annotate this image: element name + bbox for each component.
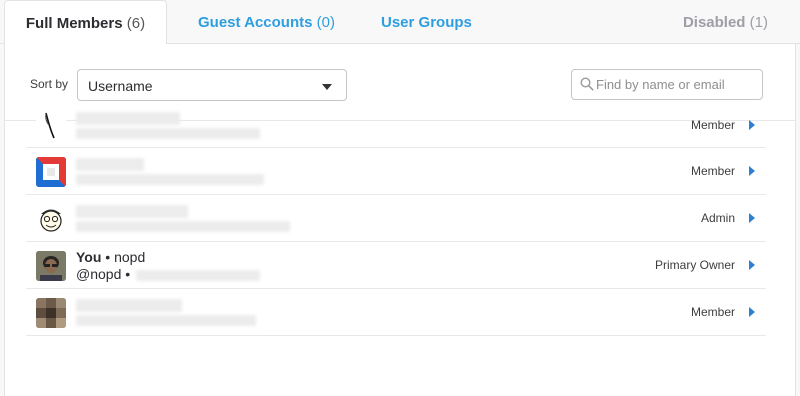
name-separator: • xyxy=(105,249,111,265)
caret-right-icon[interactable] xyxy=(749,307,755,317)
blue-red-logo-avatar xyxy=(36,157,66,187)
tab-user-groups-label: User Groups xyxy=(381,14,472,31)
member-handle-line: @nopd • xyxy=(76,266,130,282)
cartoon-face-avatar xyxy=(36,204,66,234)
member-you-line: You • nopd xyxy=(76,249,145,265)
redacted-name xyxy=(76,112,180,125)
tab-guest-accounts-label: Guest Accounts xyxy=(198,14,313,31)
redacted-email xyxy=(76,315,256,326)
tab-disabled-label: Disabled xyxy=(682,14,746,31)
member-name: nopd xyxy=(114,249,146,265)
caret-right-icon[interactable] xyxy=(749,120,755,130)
member-role: Primary Owner xyxy=(654,258,735,272)
member-role: Member xyxy=(690,164,735,178)
member-row[interactable]: Member xyxy=(26,148,766,195)
pixelated-avatar xyxy=(36,298,66,328)
tab-disabled-count: (1) xyxy=(749,14,768,31)
caret-right-icon[interactable] xyxy=(749,213,755,223)
member-row[interactable]: Member xyxy=(26,102,766,148)
quill-avatar xyxy=(36,111,66,141)
member-tabs: Full Members (6) Guest Accounts (0) User… xyxy=(0,0,800,45)
member-handle: @nopd xyxy=(76,266,122,282)
tab-full-members[interactable]: Full Members (6) xyxy=(4,0,167,45)
search-box xyxy=(571,69,763,100)
sort-select-value: Username xyxy=(88,78,153,94)
redacted-name xyxy=(76,205,188,218)
member-role: Admin xyxy=(700,211,735,225)
member-row-you[interactable]: You • nopd @nopd • Primary Owner xyxy=(26,242,766,289)
you-label: You xyxy=(76,249,102,265)
search-input[interactable] xyxy=(596,70,760,99)
caret-right-icon[interactable] xyxy=(749,166,755,176)
redacted-email xyxy=(76,128,260,139)
caret-right-icon[interactable] xyxy=(749,260,755,270)
tab-disabled[interactable]: Disabled (1) xyxy=(683,0,768,44)
sort-select[interactable]: Username xyxy=(77,69,347,101)
chevron-down-icon xyxy=(322,84,332,90)
member-row[interactable]: Admin xyxy=(26,195,766,242)
member-role: Member xyxy=(690,118,735,132)
tab-user-groups[interactable]: User Groups xyxy=(381,0,472,44)
tab-full-members-count: (6) xyxy=(126,15,146,32)
member-row[interactable]: Member xyxy=(26,289,766,336)
tab-guest-accounts[interactable]: Guest Accounts (0) xyxy=(198,0,335,44)
tab-guest-accounts-count: (0) xyxy=(316,14,335,31)
search-icon xyxy=(580,77,594,91)
member-list: Member Member Admin You • nopd @nopd • P… xyxy=(26,102,766,336)
redacted-name xyxy=(76,299,182,312)
sort-by-label: Sort by xyxy=(30,77,69,91)
photo-avatar xyxy=(36,251,66,281)
redacted-name xyxy=(76,158,144,171)
handle-separator: • xyxy=(125,266,131,282)
redacted-email xyxy=(136,270,260,281)
tab-full-members-label: Full Members xyxy=(25,15,123,32)
member-role: Member xyxy=(690,305,735,319)
redacted-email xyxy=(76,174,264,185)
redacted-email xyxy=(76,221,290,232)
